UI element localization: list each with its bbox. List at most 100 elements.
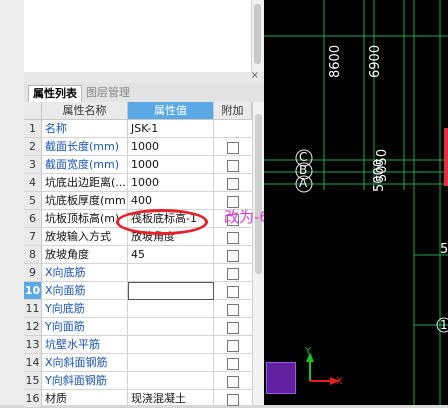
property-name: X向底筋 [42, 264, 128, 282]
add-checkbox[interactable] [227, 304, 239, 316]
add-cell [214, 246, 252, 264]
add-cell [214, 300, 252, 318]
row-number: 14 [24, 354, 42, 372]
table-row[interactable]: 14 X向斜面钢筋 [24, 354, 252, 372]
row-number: 8 [24, 246, 42, 264]
table-row[interactable]: 16 材质 现浇混凝土 [24, 390, 252, 408]
add-checkbox[interactable] [227, 250, 239, 262]
table-row[interactable]: 5 坑底板厚度(mm) 400 [24, 192, 252, 210]
table-row[interactable]: 15 Y向斜面钢筋 [24, 372, 252, 390]
add-cell [214, 228, 252, 246]
property-value-header: 属性值 [128, 102, 214, 120]
table-row[interactable]: 13 坑壁水平筋 [24, 336, 252, 354]
tab-layer-management[interactable]: 图层管理 [82, 85, 134, 101]
add-checkbox[interactable] [227, 232, 239, 244]
scrollbar-thumb[interactable] [254, 4, 261, 64]
property-name: X向面筋 [42, 282, 128, 300]
table-row[interactable]: 8 放坡角度 45 [24, 246, 252, 264]
property-name-header: 属性名称 [42, 102, 128, 120]
property-name: Y向面筋 [42, 318, 128, 336]
property-name: 坑底出边距离(... [42, 174, 128, 192]
property-value[interactable] [128, 264, 214, 282]
property-name: 截面长度(mm) [42, 138, 128, 156]
add-cell [214, 138, 252, 156]
upper-list-pane[interactable] [24, 0, 264, 73]
property-value[interactable]: 现浇混凝土 [128, 390, 214, 408]
view-cube-block[interactable] [266, 362, 296, 394]
property-name: 坑板顶标高(m) [42, 210, 128, 228]
add-cell [214, 174, 252, 192]
table-row[interactable]: 11 Y向底筋 [24, 300, 252, 318]
property-value[interactable]: 400 [128, 192, 214, 210]
add-cell [214, 318, 252, 336]
table-row[interactable]: 1 名称 JSK-1 [24, 120, 252, 138]
cad-canvas[interactable]: 8600 6900 5000 5050 C B A 5 1 Y X [264, 0, 448, 405]
row-number: 5 [24, 192, 42, 210]
row-number: 11 [24, 300, 42, 318]
property-name: 放坡角度 [42, 246, 128, 264]
property-name: 坑壁水平筋 [42, 336, 128, 354]
properties-grid: 属性名称 属性值 附加 1 名称 JSK-1 2 截面长度(mm) 1000 3 截面宽度(m… [24, 102, 265, 408]
row-number: 3 [24, 156, 42, 174]
close-icon[interactable]: × [251, 70, 259, 81]
add-cell [214, 120, 252, 138]
annotation-oval [116, 209, 208, 235]
axis-label-a: A [299, 176, 308, 190]
cad-drawing [264, 0, 448, 405]
property-value[interactable] [128, 336, 214, 354]
property-value[interactable] [128, 300, 214, 318]
add-checkbox[interactable] [227, 178, 239, 190]
table-row[interactable]: 3 截面宽度(mm) 1000 [24, 156, 252, 174]
add-cell [214, 372, 252, 390]
row-number: 7 [24, 228, 42, 246]
add-checkbox[interactable] [227, 394, 239, 406]
add-checkbox[interactable] [227, 142, 239, 154]
add-cell [214, 282, 252, 300]
property-value[interactable]: 1000 [128, 138, 214, 156]
property-value[interactable]: 1000 [128, 156, 214, 174]
row-number: 6 [24, 210, 42, 228]
property-name: Y向斜面钢筋 [42, 372, 128, 390]
add-checkbox[interactable] [227, 340, 239, 352]
row-number: 2 [24, 138, 42, 156]
property-value[interactable]: 1000 [128, 174, 214, 192]
row-number: 4 [24, 174, 42, 192]
ucs-x-label: X [336, 376, 343, 387]
red-element-strip [444, 128, 448, 186]
ucs-y-label: Y [305, 346, 312, 357]
property-name: 材质 [42, 390, 128, 408]
dimension-label: 8600 [328, 44, 343, 78]
property-value[interactable] [128, 282, 214, 300]
property-value[interactable] [128, 318, 214, 336]
table-row[interactable]: 2 截面长度(mm) 1000 [24, 138, 252, 156]
dimension-label: 5050 [375, 148, 390, 182]
right-axis-label: 5 [440, 242, 448, 257]
row-number-header [24, 102, 42, 120]
add-checkbox[interactable] [227, 286, 239, 298]
property-value[interactable]: JSK-1 [128, 120, 214, 138]
property-value[interactable] [128, 372, 214, 390]
add-cell [214, 354, 252, 372]
table-row[interactable]: 4 坑底出边距离(... 1000 [24, 174, 252, 192]
property-name: 坑底板厚度(mm) [42, 192, 128, 210]
table-row[interactable]: 9 X向底筋 [24, 264, 252, 282]
tab-properties-list[interactable]: 属性列表 [28, 85, 82, 102]
add-header: 附加 [214, 102, 252, 120]
add-checkbox[interactable] [227, 268, 239, 280]
add-cell [214, 390, 252, 408]
add-checkbox[interactable] [227, 376, 239, 388]
scrollbar-thumb[interactable] [255, 114, 262, 274]
property-value[interactable] [128, 354, 214, 372]
property-value[interactable]: 45 [128, 246, 214, 264]
row-number: 10 [24, 282, 42, 300]
table-row[interactable]: 12 Y向面筋 [24, 318, 252, 336]
add-checkbox[interactable] [227, 160, 239, 172]
add-checkbox[interactable] [227, 322, 239, 334]
right-axis-label: 1 [440, 318, 448, 332]
row-number: 1 [24, 120, 42, 138]
row-number: 13 [24, 336, 42, 354]
axis-label-b: B [299, 163, 308, 177]
add-checkbox[interactable] [227, 358, 239, 370]
table-row[interactable]: 10 X向面筋 [24, 282, 252, 300]
upper-pane-scrollbar[interactable] [251, 0, 264, 72]
